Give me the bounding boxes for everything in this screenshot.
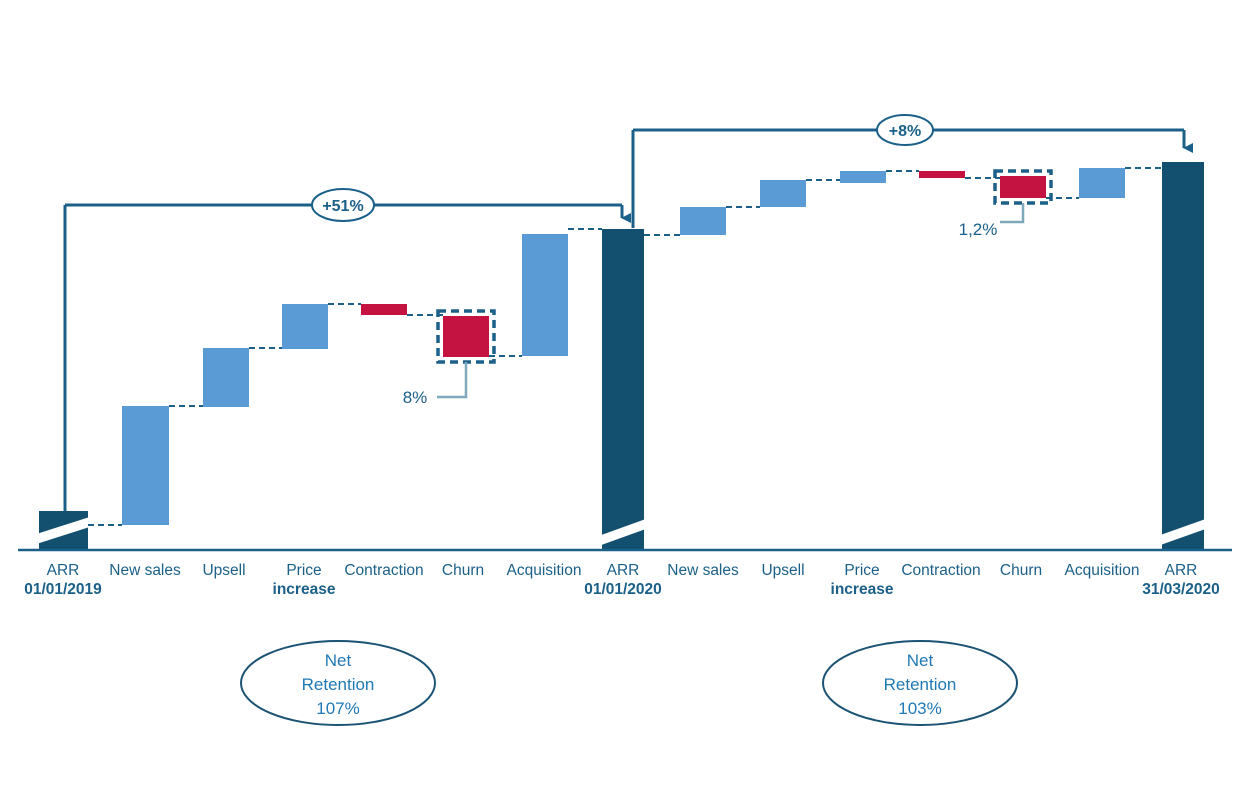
bar-arr-2020-left-rect[interactable] [602,229,644,549]
axis-label-arr-2019: ARR [47,562,80,579]
net-retention-right-line3: 103% [898,699,941,718]
axis-label-new-sales-left: New sales [109,562,181,579]
axis-label-acquisition-left: Acquisition [507,562,582,579]
bar-price-increase-left[interactable] [282,304,328,349]
bar-churn-right[interactable] [1000,176,1046,198]
axis-label-churn-right: Churn [1000,562,1042,579]
bar-upsell-left[interactable] [203,348,249,407]
bar-acquisition-left[interactable] [522,234,568,356]
axis-label-price-right: Price [844,562,879,579]
bar-arr-2020-left[interactable] [593,229,654,549]
axis-label-contraction-right: Contraction [901,562,980,579]
net-retention-right: Net Retention 103% [822,640,1018,726]
axis-label-upsell-right: Upsell [761,562,804,579]
net-retention-right-line2: Retention [884,675,957,694]
axis-label-acquisition-right: Acquisition [1065,562,1140,579]
axis-label-arr-q1-2020: ARR [1165,562,1198,579]
net-retention-right-line1: Net [907,651,934,670]
net-retention-left-line1: Net [325,651,352,670]
growth-badge-left-label: +51% [322,198,363,215]
bar-arr-2019[interactable] [27,511,99,549]
growth-badge-right-label: +8% [889,123,921,140]
axis-label-price-left: Price [286,562,321,579]
bars-left-panel [27,229,654,549]
axis-label-new-sales-right: New sales [667,562,739,579]
axis-sublabel-arr-q1-2020: 31/03/2020 [1142,581,1220,598]
churn-callout-right-leader [1000,203,1025,224]
axis-sublabel-price-left: increase [273,581,336,598]
bar-contraction-right[interactable] [919,171,965,178]
bar-new-sales-right[interactable] [680,207,726,235]
axis-sublabel-arr-2020-left: 01/01/2020 [584,581,662,598]
axis-sublabel-price-right: increase [831,581,894,598]
bar-upsell-right[interactable] [760,180,806,207]
churn-callout-left: 8% [403,362,468,407]
bar-arr-q1-2020[interactable] [1152,162,1214,549]
bars-right-panel [680,162,1214,549]
churn-callout-left-label: 8% [403,388,428,407]
churn-callout-right: 1,2% [959,203,1025,239]
bar-price-increase-right[interactable] [840,171,886,183]
axis-sublabel-arr-2019: 01/01/2019 [24,581,102,598]
bar-new-sales-left[interactable] [122,406,169,525]
bar-contraction-left[interactable] [361,304,407,315]
bar-acquisition-right[interactable] [1079,168,1125,198]
axis-labels-right: New sales Upsell Price increase Contract… [667,562,1220,598]
net-retention-left-line2: Retention [302,675,375,694]
waterfall-chart-root: +51% +8% 8% 1,2% ARR 01/01/2019 New sale… [0,0,1250,810]
bar-churn-left[interactable] [443,316,489,357]
waterfall-chart-svg: +51% +8% 8% 1,2% ARR 01/01/2019 New sale… [18,114,1232,726]
net-retention-left: Net Retention 107% [240,640,436,726]
axis-label-upsell-left: Upsell [202,562,245,579]
bar-arr-q1-2020-rect[interactable] [1162,162,1204,549]
axis-labels-left: ARR 01/01/2019 New sales Upsell Price in… [24,562,662,598]
churn-callout-right-label: 1,2% [959,220,998,239]
net-retention-left-line3: 107% [316,699,359,718]
axis-label-churn-left: Churn [442,562,484,579]
churn-callout-left-leader [437,362,468,399]
axis-label-contraction-left: Contraction [344,562,423,579]
axis-label-arr-2020-left: ARR [607,562,640,579]
